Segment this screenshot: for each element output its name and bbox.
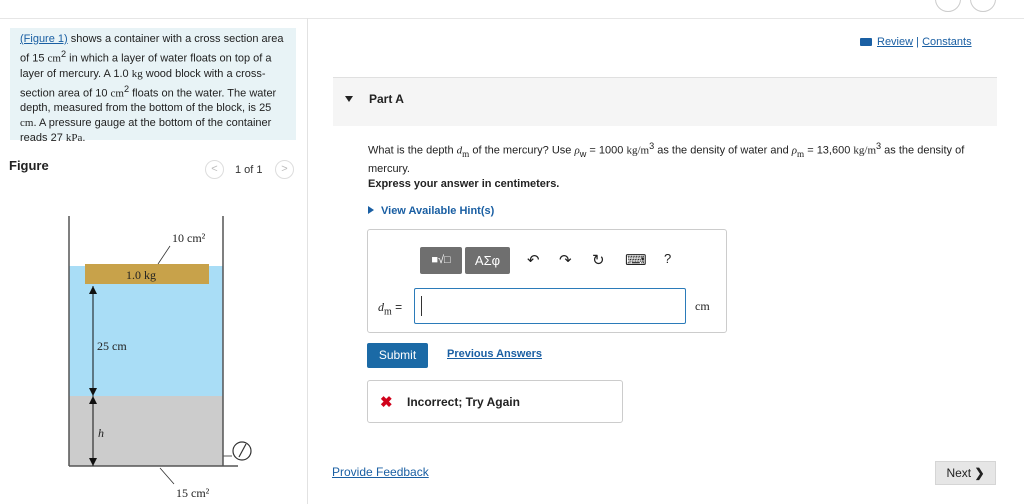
figure-page-indicator: 1 of 1 [235, 164, 263, 176]
part-label: Part A [369, 92, 404, 106]
panel-divider [307, 18, 308, 504]
container-figure: 1.0 kg 10 cm² 25 cm h 15 cm² [68, 216, 252, 500]
incorrect-icon: ✖ [380, 394, 393, 411]
undo-icon[interactable]: ↶ [527, 251, 540, 269]
answer-instruction: Express your answer in centimeters. [368, 178, 560, 190]
container-area-label: 15 cm² [176, 486, 210, 500]
feedback-message: Incorrect; Try Again [407, 395, 520, 409]
figure-title: Figure [9, 158, 49, 173]
greek-symbols-button[interactable]: ΑΣφ [465, 247, 510, 274]
previous-answers-link[interactable]: Previous Answers [447, 348, 542, 360]
part-a-header[interactable]: Part A [333, 78, 997, 126]
review-constants: Review | Constants [860, 36, 972, 48]
book-icon [860, 38, 872, 47]
figure-link[interactable]: (Figure 1) [20, 33, 68, 45]
next-figure-button[interactable]: > [275, 160, 294, 179]
question-text: What is the depth dm of the mercury? Use… [368, 141, 965, 175]
keyboard-icon[interactable]: ⌨ [625, 251, 647, 269]
expand-arrow-icon [368, 206, 374, 214]
provide-feedback-link[interactable]: Provide Feedback [332, 465, 429, 479]
mercury-layer [69, 396, 223, 466]
bottom-area-leader [159, 467, 175, 485]
answer-box: ■√□ ΑΣφ ↶ ↷ ↻ ⌨ ? dm = cm [367, 229, 727, 333]
constants-link[interactable]: Constants [922, 36, 972, 48]
block-mass-label: 1.0 kg [126, 268, 156, 282]
collapse-triangle-icon[interactable] [345, 96, 353, 102]
block-area-label: 10 cm² [172, 231, 206, 245]
answer-unit: cm [695, 299, 710, 313]
chevron-right-icon: ❯ [974, 466, 985, 480]
water-layer [69, 266, 223, 396]
reset-icon[interactable]: ↻ [592, 251, 605, 269]
answer-input[interactable] [414, 288, 686, 324]
answer-label: dm = [378, 300, 403, 318]
top-divider [0, 18, 1024, 19]
feedback-box: ✖ Incorrect; Try Again [367, 380, 623, 423]
prev-figure-button[interactable]: < [205, 160, 224, 179]
water-depth-label: 25 cm [97, 339, 127, 353]
block-area-leader [157, 245, 171, 265]
top-circle-button[interactable] [970, 0, 996, 12]
submit-button[interactable]: Submit [367, 343, 428, 368]
review-link[interactable]: Review [877, 36, 913, 48]
mercury-depth-label: h [98, 426, 104, 440]
templates-button[interactable]: ■√□ [420, 247, 462, 274]
redo-icon[interactable]: ↷ [559, 251, 572, 269]
problem-statement: (Figure 1) shows a container with a cros… [10, 28, 296, 144]
view-hints-link[interactable]: View Available Hint(s) [368, 205, 494, 217]
next-button[interactable]: Next ❯ [935, 461, 996, 485]
text-caret [421, 296, 422, 316]
top-circle-button[interactable] [935, 0, 961, 12]
help-icon[interactable]: ? [664, 251, 671, 266]
